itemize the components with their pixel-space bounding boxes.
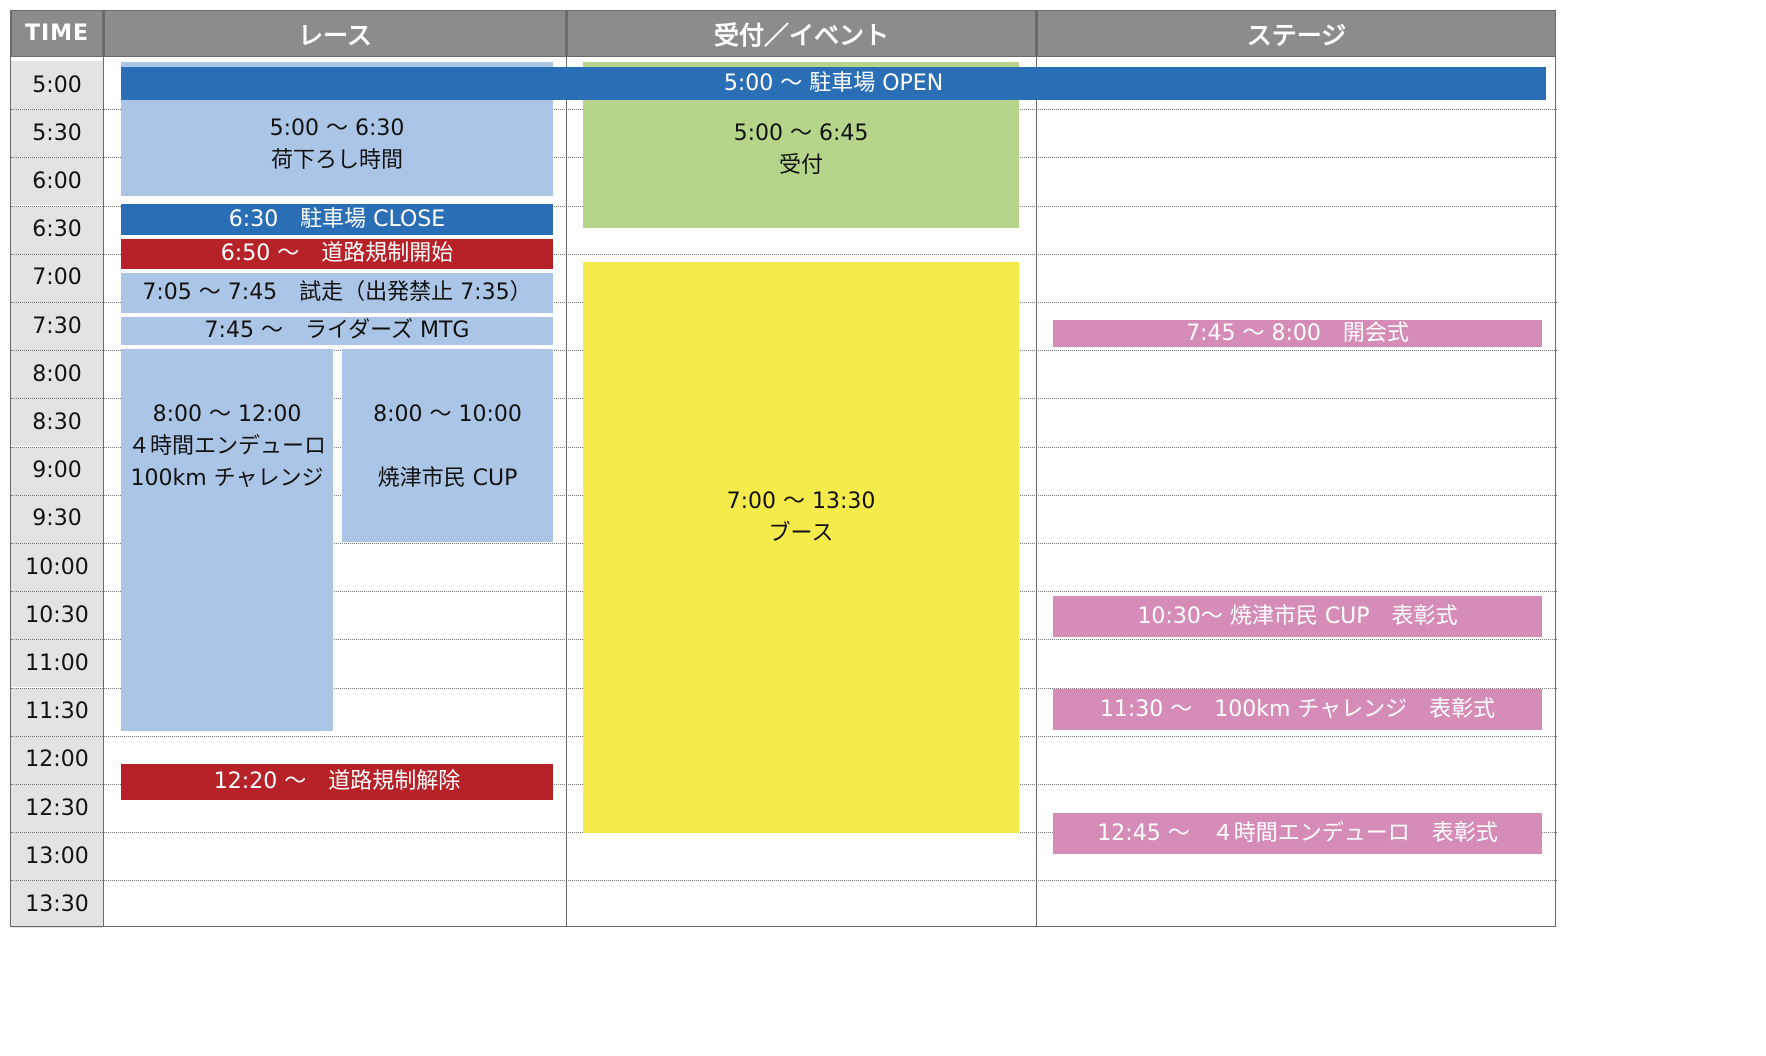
time-label: 7:30 bbox=[11, 302, 103, 350]
event-parking-open: 5:00 ～ 駐車場 OPEN bbox=[121, 67, 1546, 100]
time-label: 5:00 bbox=[11, 61, 103, 109]
event-yaizu-cup: 8:00 ～ 10:00 焼津市民 CUP bbox=[342, 349, 553, 542]
divider-time bbox=[103, 10, 104, 927]
event-cup-award: 10:30～ 焼津市民 CUP 表彰式 bbox=[1053, 596, 1542, 637]
event-opening-ceremony: 7:45 ～ 8:00 開会式 bbox=[1053, 320, 1542, 347]
time-label: 10:00 bbox=[11, 543, 103, 591]
time-label: 13:00 bbox=[11, 832, 103, 881]
time-label: 11:00 bbox=[11, 639, 103, 688]
event-riders-mtg: 7:45 ～ ライダーズ MTG bbox=[121, 317, 553, 345]
event-road-closure-end: 12:20 ～ 道路規制解除 bbox=[121, 764, 553, 800]
header-race: レース bbox=[104, 10, 566, 57]
time-label: 7:00 bbox=[11, 253, 103, 302]
time-label: 8:30 bbox=[11, 398, 103, 447]
time-label: 6:30 bbox=[11, 205, 103, 254]
divider-race bbox=[566, 10, 567, 927]
event-challenge-award: 11:30 ～ 100km チャレンジ 表彰式 bbox=[1053, 689, 1542, 730]
header-time: TIME bbox=[11, 10, 103, 57]
header-reception: 受付／イベント bbox=[567, 10, 1036, 57]
time-label: 8:00 bbox=[11, 350, 103, 399]
event-test-run: 7:05 ～ 7:45 試走（出発禁止 7:35） bbox=[121, 273, 553, 313]
row-divider bbox=[11, 880, 1557, 882]
header-stage: ステージ bbox=[1037, 10, 1556, 57]
time-label: 13:30 bbox=[11, 880, 103, 929]
time-label: 9:00 bbox=[11, 446, 103, 495]
time-label: 10:30 bbox=[11, 591, 103, 640]
divider-reception bbox=[1036, 10, 1037, 927]
event-road-closure-start: 6:50 ～ 道路規制開始 bbox=[121, 239, 553, 269]
time-label: 6:00 bbox=[11, 157, 103, 206]
time-label: 12:30 bbox=[11, 784, 103, 832]
event-booth: 7:00 ～ 13:30 ブース bbox=[583, 262, 1019, 833]
time-label: 9:30 bbox=[11, 494, 103, 543]
event-parking-close: 6:30 駐車場 CLOSE bbox=[121, 204, 553, 235]
time-label: 5:30 bbox=[11, 109, 103, 158]
event-enduro-award: 12:45 ～ ４時間エンデューロ 表彰式 bbox=[1053, 813, 1542, 854]
schedule-table: TIME レース 受付／イベント ステージ 5:00 5:30 6:00 6:30 7:… bbox=[0, 0, 1766, 1056]
event-enduro: 8:00 ～ 12:00 ４時間エンデューロ 100km チャレンジ bbox=[121, 349, 333, 731]
time-label: 11:30 bbox=[11, 687, 103, 736]
time-label: 12:00 bbox=[11, 735, 103, 784]
